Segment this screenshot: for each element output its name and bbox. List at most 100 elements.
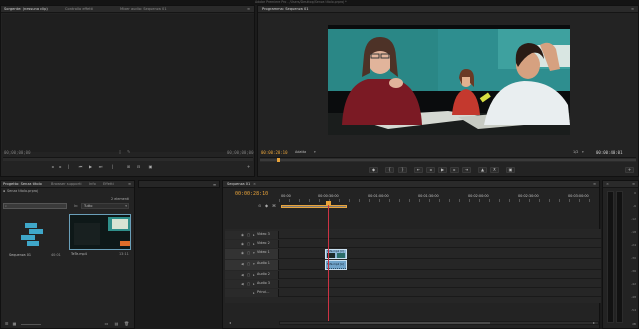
work-area-bar[interactable]	[281, 205, 347, 208]
go-to-out-button[interactable]: ⇥	[462, 167, 471, 173]
overwrite-icon[interactable]: ⊟	[135, 164, 142, 169]
list-view-icon[interactable]: ☰	[3, 321, 10, 326]
step-forward-button[interactable]: ▸	[450, 167, 459, 173]
panel-menu-icon[interactable]: ≡	[593, 182, 596, 187]
mark-in-button[interactable]: {	[385, 167, 394, 173]
window-title: Adobe Premiere Pro - /Users/Desktop/Senz…	[255, 0, 347, 4]
mark-out-button[interactable]: }	[398, 167, 407, 173]
project-item-sequence[interactable]: Sequenza 01 40:01	[7, 215, 65, 259]
icon-view-icon[interactable]: ▦	[11, 321, 18, 326]
timeline-playhead[interactable]	[328, 203, 329, 323]
program-fit-select[interactable]: Adatta	[295, 150, 306, 154]
marker-button[interactable]: ◆	[369, 167, 378, 173]
eye-icon[interactable]: ◉	[241, 242, 245, 246]
track-header[interactable]: ▸ Princi...	[225, 289, 279, 297]
tab-close-icon[interactable]: ×	[253, 182, 256, 187]
export-frame-icon[interactable]: ▣	[147, 164, 154, 169]
new-bin-icon[interactable]: ▭	[103, 321, 110, 326]
play-icon[interactable]: ▶	[87, 164, 94, 169]
extract-button[interactable]: ⊼	[490, 167, 499, 173]
go-in-icon[interactable]: |	[65, 164, 72, 169]
track-header[interactable]: ◉ ▢ ▾ Video 1	[225, 249, 279, 259]
fit-chevron-icon[interactable]: ▾	[314, 150, 316, 154]
track-header[interactable]: ◉ ▢ ▸ Video 2	[225, 240, 279, 248]
source-wrench-icon[interactable]: ✎	[127, 149, 130, 154]
lock-icon[interactable]: ▢	[247, 242, 251, 246]
source-timecode-in[interactable]: 00;00;00;00	[4, 150, 31, 155]
lift-button[interactable]: ▲	[478, 167, 487, 173]
track-header[interactable]: ◀ ▢ ▾ Audio 1	[225, 260, 279, 270]
project-item-clip[interactable]: TeTe.mp4 13:11	[69, 214, 133, 260]
step-back-button[interactable]: ◂	[426, 167, 435, 173]
panel-menu-icon[interactable]: ≡	[631, 7, 634, 12]
tab-audio-mixer[interactable]: Mixer audio: Sequenza 01	[120, 7, 167, 12]
track-header[interactable]: ◀ ▢ ▸ Audio 3	[225, 280, 279, 288]
tab-program[interactable]: Programma: Sequenza 01	[262, 7, 309, 12]
meter-close-icon[interactable]: ×	[606, 182, 609, 187]
lock-icon[interactable]: ▢	[247, 251, 251, 255]
speaker-icon[interactable]: ◀	[241, 273, 245, 277]
tab-effects[interactable]: Effetti	[103, 182, 114, 187]
source-timecode-out: 00;00;00;00	[227, 150, 254, 155]
project-panel: Progetto: Senza titolo Browser supporti …	[0, 180, 135, 329]
lock-icon[interactable]: ▢	[247, 282, 251, 286]
export-frame-button[interactable]: ▣	[506, 167, 515, 173]
source-scrubber[interactable]	[3, 157, 253, 161]
lock-icon[interactable]: ▢	[247, 273, 251, 277]
add-controls-button[interactable]: +	[625, 167, 634, 173]
mark-out-icon[interactable]: ▸	[57, 164, 64, 169]
zoom-out-icon[interactable]: ◂	[229, 320, 231, 325]
link-icon[interactable]: ⌘	[272, 203, 276, 208]
program-scrubber[interactable]	[260, 157, 636, 162]
timeline-tabbar: Sequenza 01 × ≡	[223, 181, 599, 188]
tools-panel: ≡	[138, 180, 220, 188]
track-header[interactable]: ◉ ▢ ▸ Video 3	[225, 231, 279, 239]
step-back-icon[interactable]: ⏮	[77, 164, 84, 169]
program-timecode-current[interactable]: 00:00:28:10	[261, 150, 288, 155]
go-to-in-button[interactable]: ⇤	[414, 167, 423, 173]
meter-label: -48	[631, 295, 636, 299]
tab-effect-controls[interactable]: Controllo effetti	[65, 7, 93, 12]
lock-icon[interactable]: ▢	[247, 262, 251, 266]
go-out-icon[interactable]: |	[109, 164, 116, 169]
project-search-input[interactable]: ⌕	[3, 203, 67, 209]
insert-icon[interactable]: ⊞	[125, 164, 132, 169]
program-playhead-marker[interactable]	[277, 158, 280, 162]
panel-menu-icon[interactable]: ≡	[128, 182, 131, 187]
timeline-playhead-head[interactable]	[326, 201, 331, 205]
eye-icon[interactable]: ◉	[241, 233, 245, 237]
video-clip-thumb-2	[337, 253, 345, 258]
panel-menu-icon[interactable]: ≡	[632, 182, 635, 187]
trash-icon[interactable]: 🗑	[123, 321, 130, 326]
track-name: Princi...	[257, 290, 270, 294]
snap-icon[interactable]: ⊙	[258, 203, 261, 208]
thumb-size-slider[interactable]	[21, 324, 41, 325]
tab-source[interactable]: Sorgente: (nessuna clip)	[4, 7, 48, 12]
zoom-chevron-icon[interactable]: ▾	[582, 150, 584, 154]
timeline-hscroll[interactable]	[279, 321, 599, 325]
program-zoom-select[interactable]: 1/2	[573, 150, 578, 154]
play-button[interactable]: ▶	[438, 167, 447, 173]
track-header[interactable]: ◀ ▢ ▸ Audio 2	[225, 271, 279, 279]
tab-info[interactable]: Info	[89, 182, 96, 187]
source-settings-icon[interactable]: ▯	[119, 149, 121, 154]
speaker-icon[interactable]: ◀	[241, 282, 245, 286]
tools-menu-icon[interactable]: ≡	[211, 182, 218, 187]
sequence-duration: 40:01	[51, 253, 61, 257]
tab-project[interactable]: Progetto: Senza titolo	[3, 182, 42, 187]
lock-icon[interactable]: ▢	[247, 233, 251, 237]
in-filter-select[interactable]: Tutto ▾	[81, 203, 129, 209]
step-forward-icon[interactable]: ⏭	[97, 164, 104, 169]
tab-media-browser[interactable]: Browser supporti	[51, 182, 82, 187]
tab-sequence[interactable]: Sequenza 01	[227, 182, 250, 187]
panel-menu-icon[interactable]: ≡	[247, 7, 250, 12]
zoom-in-icon[interactable]: ▸	[593, 320, 595, 325]
speaker-icon[interactable]: ◀	[241, 262, 245, 266]
mark-in-icon[interactable]: ◂	[49, 164, 56, 169]
add-button-icon[interactable]: +	[245, 164, 252, 169]
eye-icon[interactable]: ◉	[241, 251, 245, 255]
new-item-icon[interactable]: ▤	[113, 321, 120, 326]
timeline-timecode[interactable]: 00:00:28:10	[235, 191, 268, 197]
hscroll-thumb[interactable]	[340, 322, 490, 324]
marker-icon[interactable]: ◆	[265, 203, 268, 208]
